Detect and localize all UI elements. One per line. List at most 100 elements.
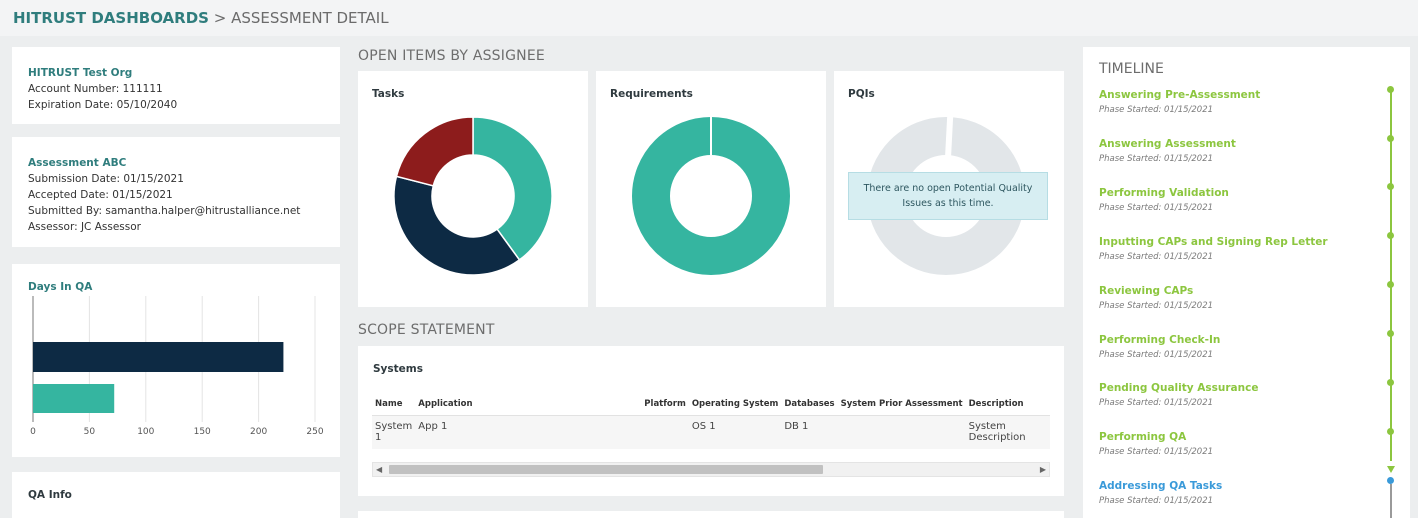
days-in-qa-chart: 0 50 100 150 200 250 <box>30 296 324 437</box>
timeline-line-done <box>1390 89 1392 461</box>
scroll-left-icon[interactable]: ◀ <box>376 465 382 474</box>
assessor: Assessor: JC Assessor <box>28 221 141 233</box>
open-items-title: OPEN ITEMS BY ASSIGNEE <box>358 48 545 64</box>
col-databases[interactable]: Databases <box>781 395 838 416</box>
accepted-date: Accepted Date: 01/15/2021 <box>28 189 173 201</box>
timeline-date: Phase Started: 01/15/2021 <box>1099 203 1214 213</box>
timeline-dot-0 <box>1387 86 1394 93</box>
pqis-placeholder-gap <box>944 112 954 160</box>
timeline-item: Answering Pre-Assessment Phase Started: … <box>1099 89 1260 115</box>
qa-info-title: QA Info <box>28 489 72 501</box>
col-system-prior-assessment[interactable]: System Prior Assessment <box>837 395 966 416</box>
timeline-phase[interactable]: Answering Assessment <box>1099 138 1236 150</box>
breadcrumb-separator: > <box>213 9 227 27</box>
qa-info-card: QA Info <box>12 472 340 518</box>
timeline-date: Phase Started: 01/15/2021 <box>1099 350 1214 360</box>
timeline-item: Performing Validation Phase Started: 01/… <box>1099 187 1229 213</box>
timeline-dot-1 <box>1387 135 1394 142</box>
timeline-item: Answering Assessment Phase Started: 01/1… <box>1099 138 1236 164</box>
tasks-donut-chart[interactable] <box>358 71 588 307</box>
horizontal-scrollbar[interactable]: ◀ ▶ <box>372 462 1050 477</box>
expiration-date: Expiration Date: 05/10/2040 <box>28 99 178 111</box>
cell-application: App 1 <box>418 421 448 432</box>
scope-statement-title: SCOPE STATEMENT <box>358 322 495 338</box>
timeline-item: Reviewing CAPs Phase Started: 01/15/2021 <box>1099 285 1213 311</box>
bar-0[interactable] <box>33 342 284 372</box>
breadcrumb-current: ASSESSMENT DETAIL <box>231 9 389 27</box>
timeline-date: Phase Started: 01/15/2021 <box>1099 301 1214 311</box>
timeline-dot-6 <box>1387 379 1394 386</box>
x-tick-label: 100 <box>137 427 154 437</box>
systems-table: Name Application Platform Operating Syst… <box>372 395 1050 449</box>
timeline-phase[interactable]: Reviewing CAPs <box>1099 285 1213 297</box>
timeline-item: Performing QA Phase Started: 01/15/2021 <box>1099 431 1213 457</box>
systems-card: Systems Name Application Platform Operat… <box>358 346 1064 496</box>
assessment-card: Assessment ABC Submission Date: 01/15/20… <box>12 137 340 247</box>
timeline-arrow-icon <box>1387 466 1395 473</box>
requirements-donut-chart[interactable] <box>596 71 826 307</box>
timeline-date: Phase Started: 01/15/2021 <box>1099 105 1214 115</box>
timeline-phase[interactable]: Pending Quality Assurance <box>1099 382 1258 394</box>
timeline-dot-2 <box>1387 183 1394 190</box>
timeline-dot-5 <box>1387 330 1394 337</box>
x-tick-label: 200 <box>250 427 267 437</box>
timeline-item-active: Addressing QA Tasks Phase Started: 01/15… <box>1099 480 1222 506</box>
x-tick-label: 50 <box>84 427 96 437</box>
timeline-phase[interactable]: Performing QA <box>1099 431 1213 443</box>
timeline-title: TIMELINE <box>1099 61 1164 77</box>
org-card: HITRUST Test Org Account Number: 111111 … <box>12 47 340 124</box>
bar-1[interactable] <box>33 384 115 413</box>
donut-slice-2[interactable] <box>395 116 474 187</box>
requirements-card: Requirements <box>596 71 826 307</box>
cell-name: System 1 <box>375 421 413 443</box>
next-section-card <box>358 511 1064 518</box>
systems-title: Systems <box>373 363 423 375</box>
pqis-empty-message: There are no open Potential Quality Issu… <box>848 172 1048 220</box>
account-number: Account Number: 111111 <box>28 83 163 95</box>
x-tick-label: 0 <box>30 427 36 437</box>
x-tick-label: 250 <box>306 427 323 437</box>
timeline-item: Inputting CAPs and Signing Rep Letter Ph… <box>1099 236 1328 262</box>
timeline-phase[interactable]: Performing Validation <box>1099 187 1229 199</box>
cell-databases: DB 1 <box>784 421 809 432</box>
cell-operating-system: OS 1 <box>691 421 716 432</box>
timeline-phase[interactable]: Addressing QA Tasks <box>1099 480 1222 492</box>
col-description[interactable]: Description <box>965 395 1050 416</box>
timeline-phase[interactable]: Answering Pre-Assessment <box>1099 89 1260 101</box>
submission-date: Submission Date: 01/15/2021 <box>28 173 184 185</box>
cell-description: System Description <box>968 421 1026 443</box>
org-name: HITRUST Test Org <box>28 67 133 79</box>
scrollbar-thumb[interactable] <box>389 465 823 474</box>
assessment-name: Assessment ABC <box>28 157 127 169</box>
days-in-qa-card: Days In QA 0 50 100 150 200 250 <box>12 264 340 457</box>
timeline-line-pending <box>1390 484 1392 518</box>
timeline-item: Pending Quality Assurance Phase Started:… <box>1099 382 1258 408</box>
timeline-date: Phase Started: 01/15/2021 <box>1099 154 1214 164</box>
timeline-phase[interactable]: Inputting CAPs and Signing Rep Letter <box>1099 236 1328 248</box>
timeline-phase[interactable]: Performing Check-In <box>1099 334 1220 346</box>
col-name[interactable]: Name <box>372 395 416 416</box>
timeline-dot-4 <box>1387 281 1394 288</box>
top-bar: HITRUST DASHBOARDS > ASSESSMENT DETAIL <box>0 0 1418 36</box>
tasks-card: Tasks <box>358 71 588 307</box>
col-application[interactable]: Application <box>415 395 642 416</box>
timeline-date: Phase Started: 01/15/2021 <box>1099 496 1214 506</box>
timeline-dot-active <box>1387 477 1394 484</box>
scroll-right-icon[interactable]: ▶ <box>1040 465 1046 474</box>
breadcrumb: HITRUST DASHBOARDS > ASSESSMENT DETAIL <box>13 9 389 27</box>
col-platform[interactable]: Platform <box>641 395 689 416</box>
timeline-card: TIMELINE Answering Pre-Assessment Phase … <box>1083 47 1410 518</box>
breadcrumb-dashboards-link[interactable]: HITRUST DASHBOARDS <box>13 9 209 27</box>
systems-header-row: Name Application Platform Operating Syst… <box>372 395 1050 416</box>
col-operating-system[interactable]: Operating System <box>688 395 782 416</box>
timeline-dot-3 <box>1387 232 1394 239</box>
cell-platform <box>641 416 689 450</box>
timeline-item: Performing Check-In Phase Started: 01/15… <box>1099 334 1220 360</box>
timeline-date: Phase Started: 01/15/2021 <box>1099 447 1214 457</box>
x-tick-label: 150 <box>194 427 211 437</box>
table-row[interactable]: System 1 App 1 OS 1 DB 1 System Descript… <box>372 415 1050 450</box>
cell-system-prior-assessment <box>838 416 966 450</box>
pqis-card: PQIs There are no open Potential Quality… <box>834 71 1064 307</box>
timeline-date: Phase Started: 01/15/2021 <box>1099 252 1214 262</box>
timeline-date: Phase Started: 01/15/2021 <box>1099 398 1214 408</box>
